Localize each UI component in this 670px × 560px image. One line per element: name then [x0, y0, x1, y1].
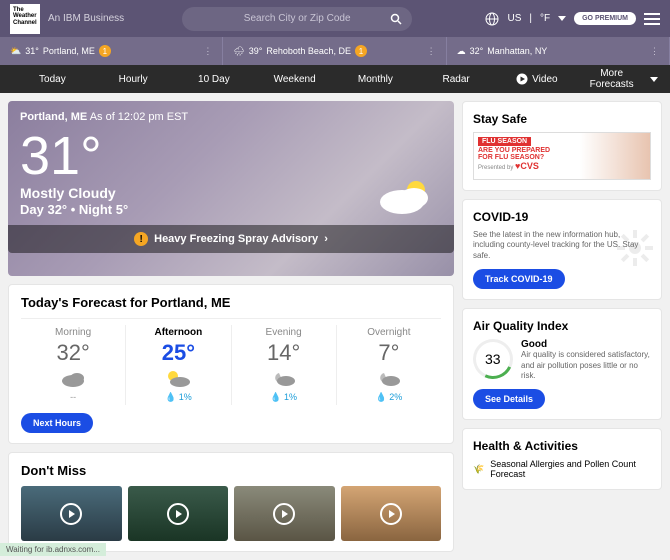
card-title: Air Quality Index	[473, 319, 651, 333]
chevron-right-icon: ›	[324, 233, 328, 245]
hero-temp: 31°	[20, 129, 442, 183]
play-icon	[380, 503, 402, 525]
forecast-nav: Today Hourly 10 Day Weekend Monthly Rada…	[0, 65, 670, 93]
health-subtitle: Seasonal Allergies and Pollen Count Fore…	[490, 459, 651, 479]
play-icon	[273, 503, 295, 525]
covid-card: COVID-19 See the latest in the new infor…	[462, 199, 662, 300]
gear-icon	[615, 228, 655, 268]
cloudy-icon: ☁	[457, 46, 466, 57]
stay-safe-card: Stay Safe FLU SEASON ARE YOU PREPARED FO…	[462, 101, 662, 191]
card-title: COVID-19	[473, 210, 651, 224]
tab-10day[interactable]: 10 Day	[174, 74, 255, 85]
cloudy-icon	[25, 368, 121, 390]
play-icon	[167, 503, 189, 525]
warning-icon: !	[134, 232, 148, 246]
search-placeholder: Search City or Zip Code	[244, 13, 351, 24]
next-hours-button[interactable]: Next Hours	[21, 413, 93, 433]
dont-miss-card: Don't Miss	[8, 452, 454, 552]
mostly-cloudy-icon	[374, 176, 434, 216]
browser-status-bar: Waiting for ib.adnxs.com...	[0, 543, 106, 556]
forecast-part-afternoon[interactable]: Afternoon 25° 💧 1%	[126, 325, 231, 405]
night-cloudy-icon	[341, 368, 437, 390]
video-thumbnail[interactable]	[341, 486, 442, 541]
tab-monthly[interactable]: Monthly	[335, 74, 416, 85]
go-premium-button[interactable]: GO PREMIUM	[574, 12, 636, 25]
hero-asof: As of 12:02 pm EST	[90, 111, 188, 123]
aqi-gauge: 33	[467, 334, 518, 385]
tab-video[interactable]: Video	[497, 73, 578, 85]
aqi-body: Air quality is considered satisfactory, …	[521, 350, 651, 381]
kebab-menu-icon[interactable]: ⋮	[650, 46, 659, 57]
hero-city: Portland, ME	[20, 111, 87, 123]
location-tab-rehoboth[interactable]: 🌧 39° Rehoboth Beach, DE 1 ⋮	[223, 37, 446, 65]
cvs-logo: ♥CVS	[515, 161, 539, 171]
unit-label[interactable]: °F	[540, 13, 550, 24]
alert-badge: 1	[355, 45, 367, 57]
chevron-down-icon[interactable]	[558, 16, 566, 21]
card-title: Don't Miss	[21, 463, 441, 478]
video-thumbnail[interactable]	[128, 486, 229, 541]
alert-badge: 1	[99, 45, 111, 57]
card-title: Stay Safe	[473, 112, 651, 126]
saved-locations-bar: ⛅ 31° Portland, ME 1 ⋮ 🌧 39° Rehoboth Be…	[0, 37, 670, 65]
forecast-part-evening[interactable]: Evening 14° 💧 1%	[232, 325, 337, 405]
aqi-card: Air Quality Index 33 Good Air quality is…	[462, 308, 662, 420]
health-activities-card: Health & Activities 🌾 Seasonal Allergies…	[462, 428, 662, 490]
flu-ad[interactable]: FLU SEASON ARE YOU PREPARED FOR FLU SEAS…	[473, 132, 651, 180]
tab-hourly[interactable]: Hourly	[93, 74, 174, 85]
see-details-button[interactable]: See Details	[473, 389, 545, 409]
chevron-down-icon	[650, 77, 658, 82]
partly-cloudy-icon	[130, 368, 226, 390]
tab-weekend[interactable]: Weekend	[254, 74, 335, 85]
location-tab-portland[interactable]: ⛅ 31° Portland, ME 1 ⋮	[0, 37, 223, 65]
pollen-icon: 🌾	[473, 464, 484, 475]
card-title: Health & Activities	[473, 439, 651, 453]
kebab-menu-icon[interactable]: ⋮	[203, 46, 212, 57]
search-input[interactable]: Search City or Zip Code	[182, 7, 412, 31]
hamburger-menu-icon[interactable]	[644, 13, 660, 25]
globe-icon[interactable]	[485, 12, 499, 26]
card-title: Today's Forecast for Portland, ME	[21, 295, 441, 310]
video-thumbnail[interactable]	[21, 486, 122, 541]
ibm-tagline: An IBM Business	[48, 13, 124, 24]
todays-forecast-card: Today's Forecast for Portland, ME Mornin…	[8, 284, 454, 444]
forecast-part-overnight[interactable]: Overnight 7° 💧 2%	[337, 325, 441, 405]
country-label[interactable]: US	[507, 13, 521, 24]
top-header: The Weather Channel An IBM Business Sear…	[0, 0, 670, 37]
forecast-part-morning[interactable]: Morning 32° --	[21, 325, 126, 405]
current-conditions-hero: Portland, ME As of 12:02 pm EST 31° Most…	[8, 101, 454, 276]
video-thumbnail[interactable]	[234, 486, 335, 541]
rain-icon: 🌧	[233, 46, 244, 57]
advisory-banner[interactable]: ! Heavy Freezing Spray Advisory ›	[8, 225, 454, 253]
weather-channel-logo[interactable]: The Weather Channel	[10, 4, 40, 34]
night-cloudy-icon	[236, 368, 332, 390]
tab-more-forecasts[interactable]: More Forecasts	[577, 68, 658, 90]
play-circle-icon	[516, 73, 528, 85]
play-icon	[60, 503, 82, 525]
partly-cloudy-icon: ⛅	[10, 46, 21, 57]
tab-radar[interactable]: Radar	[416, 74, 497, 85]
track-covid-button[interactable]: Track COVID-19	[473, 269, 565, 289]
kebab-menu-icon[interactable]: ⋮	[427, 46, 436, 57]
tab-today[interactable]: Today	[12, 74, 93, 85]
search-icon	[390, 13, 402, 25]
aqi-rating: Good	[521, 339, 651, 350]
location-tab-manhattan[interactable]: ☁ 32° Manhattan, NY ⋮	[447, 37, 670, 65]
